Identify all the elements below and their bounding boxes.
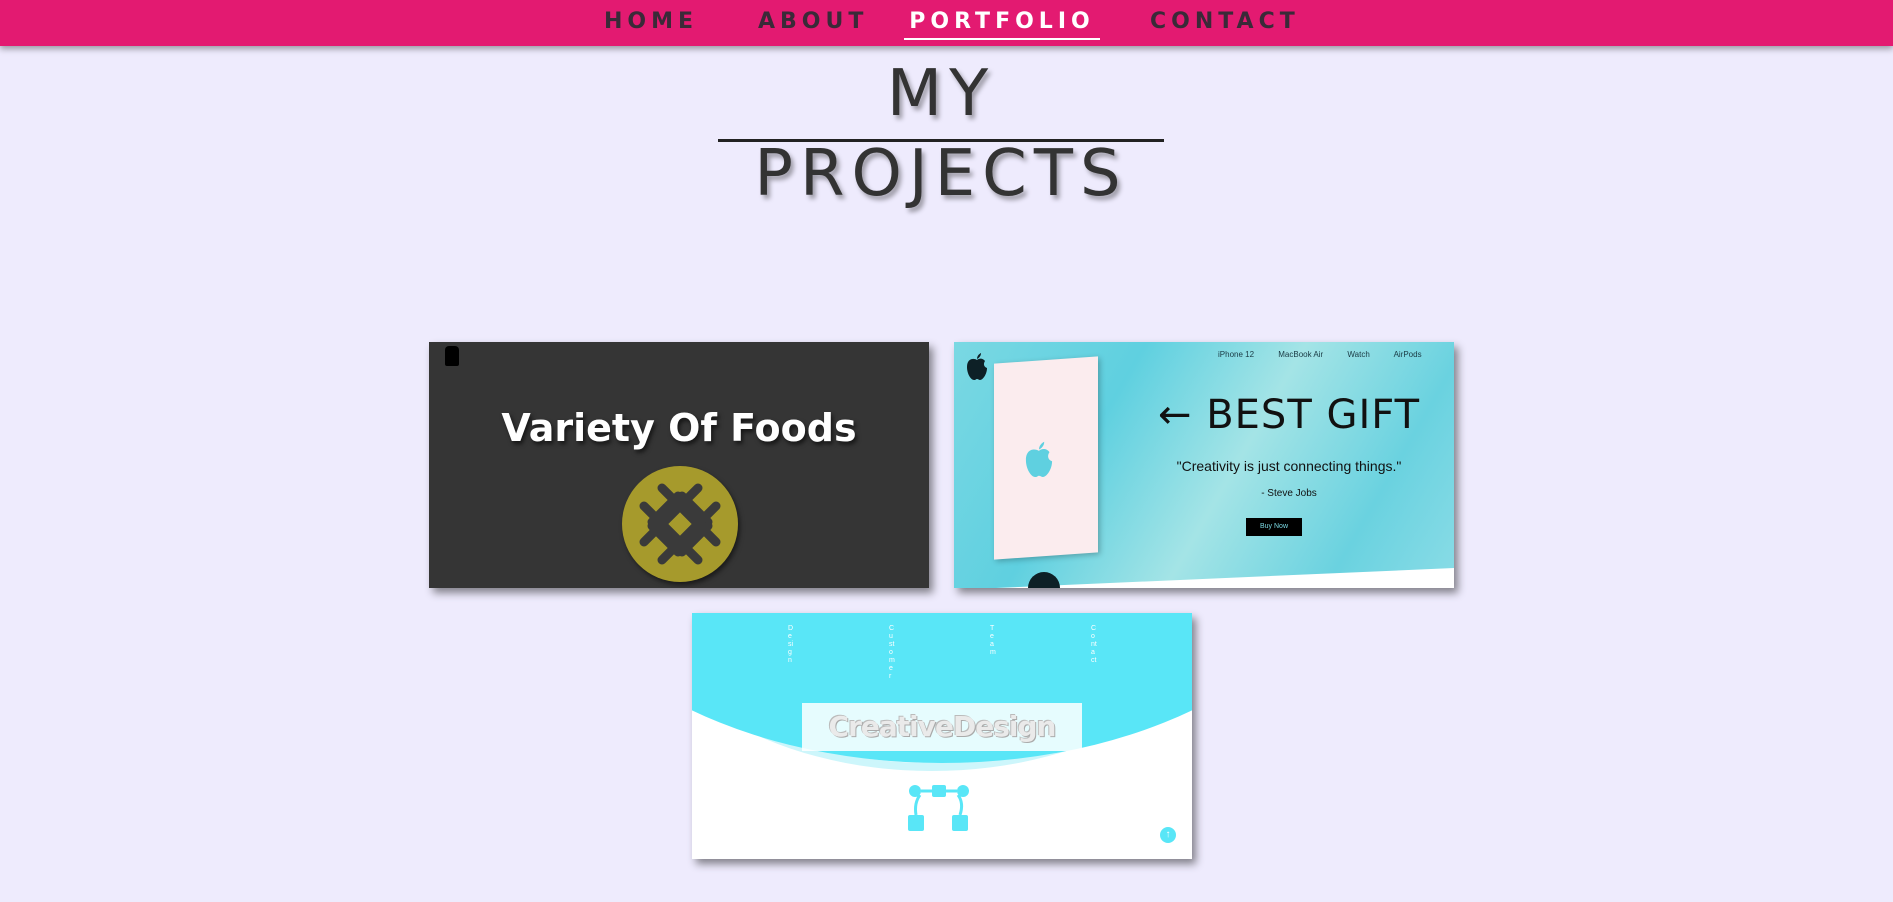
apple-nav: iPhone 12 MacBook Air Watch AirPods — [1218, 350, 1444, 359]
nav-home-link[interactable]: HOME — [604, 8, 693, 38]
box-apple-icon — [1022, 440, 1056, 485]
creative-nav-team[interactable]: Team — [990, 625, 996, 657]
creative-nav-contact[interactable]: Contact — [1091, 625, 1097, 665]
tab-icon — [445, 346, 459, 366]
project-heading: Variety Of Foods — [501, 406, 857, 450]
title-underline — [718, 139, 1164, 142]
project-card-apple[interactable]: iPhone 12 MacBook Air Watch AirPods ← BE… — [954, 342, 1454, 588]
pie-icon — [622, 466, 738, 582]
scroll-top-button[interactable]: ↑ — [1160, 827, 1176, 843]
apple-nav-macbook[interactable]: MacBook Air — [1278, 350, 1323, 359]
dot-icon — [1028, 572, 1060, 588]
project-card-creative[interactable]: Design Customer Team Contact CreativeDes… — [692, 613, 1192, 859]
vector-tool-icon — [906, 785, 972, 840]
buy-now-button[interactable]: Buy Now — [1246, 518, 1302, 536]
quote-author: - Steve Jobs — [1261, 488, 1317, 499]
quote-text: "Creativity is just connecting things." — [1176, 458, 1402, 474]
top-navbar: HOME ABOUT PORTFOLIO CONTACT — [0, 0, 1893, 46]
apple-nav-iphone[interactable]: iPhone 12 — [1218, 350, 1254, 359]
creative-nav-customer[interactable]: Customer — [889, 625, 895, 681]
apple-nav-watch[interactable]: Watch — [1347, 350, 1369, 359]
creative-nav-design[interactable]: Design — [788, 625, 794, 665]
creative-design-banner: CreativeDesign — [802, 703, 1082, 751]
nav-portfolio-link[interactable]: PORTFOLIO — [904, 8, 1100, 40]
nav-about-link[interactable]: ABOUT — [758, 8, 863, 38]
project-card-foods[interactable]: Variety Of Foods — [429, 342, 929, 588]
apple-logo-icon — [964, 352, 990, 387]
nav-contact-link[interactable]: CONTACT — [1150, 8, 1295, 38]
best-gift-headline: ← BEST GIFT — [1157, 392, 1420, 438]
apple-nav-airpods[interactable]: AirPods — [1394, 350, 1422, 359]
page-title: MY PROJECTS — [754, 57, 1128, 211]
